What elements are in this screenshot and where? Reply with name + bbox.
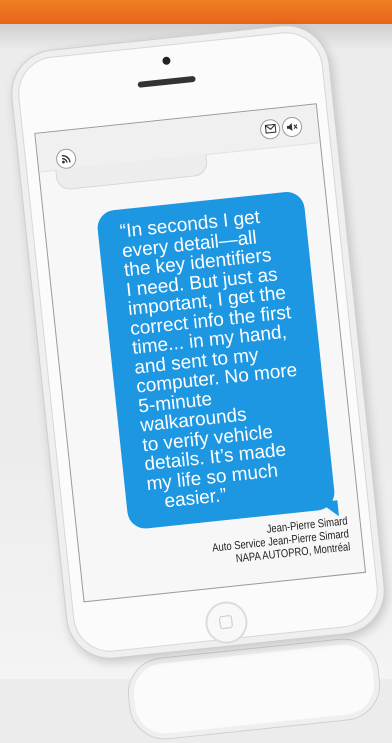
speaker-grille: [137, 75, 196, 88]
home-square-icon: [218, 614, 234, 630]
camera-icon: [162, 56, 171, 66]
phone-frame: “In seconds I get every detail—all the k…: [6, 20, 390, 664]
rss-icon[interactable]: [55, 147, 78, 170]
testimonial-attribution: Jean-Pierre Simard Auto Service Jean-Pie…: [184, 515, 351, 571]
phone-screen: “In seconds I get every detail—all the k…: [34, 103, 367, 603]
top-accent-bar: [0, 0, 392, 24]
home-button[interactable]: [203, 599, 250, 646]
testimonial-bubble: “In seconds I get every detail—all the k…: [95, 190, 337, 531]
mute-icon[interactable]: [281, 116, 304, 138]
mail-icon[interactable]: [259, 118, 282, 141]
